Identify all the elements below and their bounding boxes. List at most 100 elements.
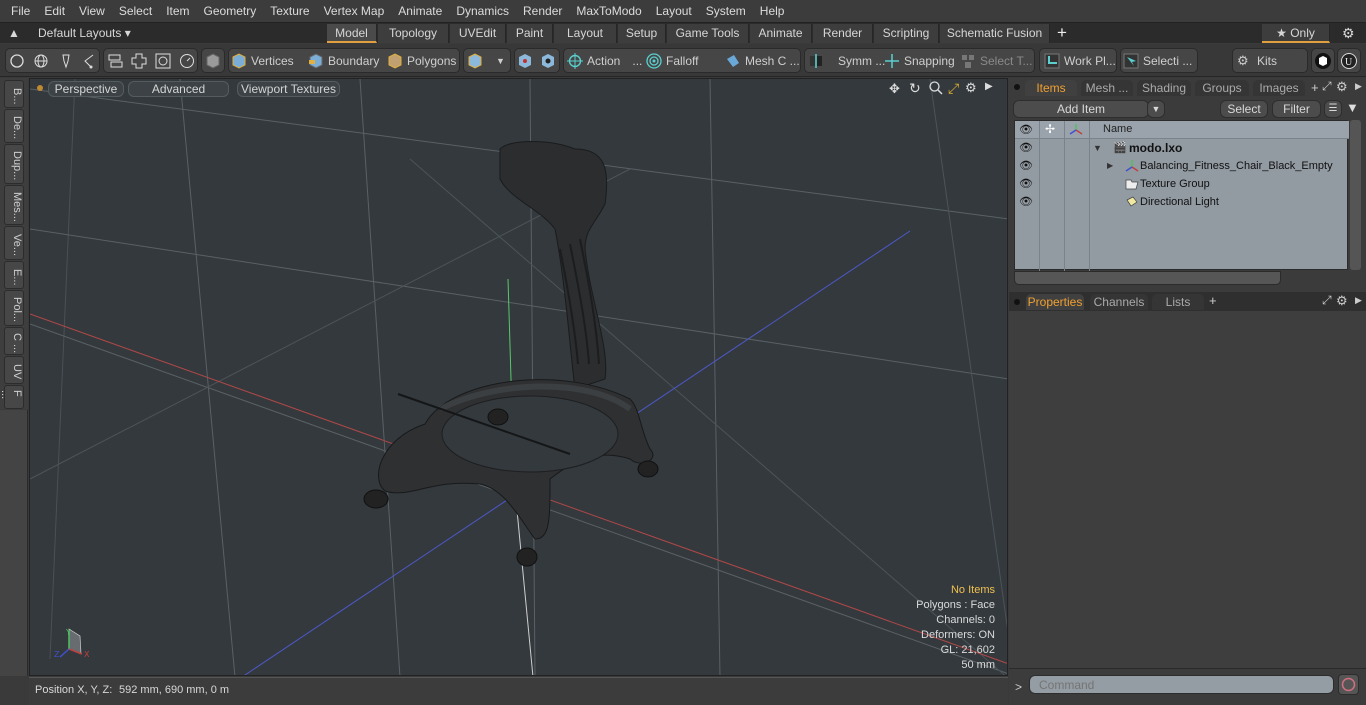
menu-select[interactable]: Select — [112, 0, 159, 22]
left-tab-polygon[interactable]: Pol... — [4, 290, 24, 326]
move-view-icon[interactable]: ✥ — [889, 81, 900, 97]
unreal-icon[interactable]: U — [1341, 48, 1357, 73]
rotate-view-icon[interactable]: ↻ — [909, 80, 921, 97]
stack-icon[interactable] — [107, 48, 123, 73]
work-plane-button[interactable]: Work Pl... — [1044, 48, 1116, 73]
tab-animate[interactable]: Animate — [750, 24, 812, 43]
panel-menu-dot-icon[interactable] — [1014, 84, 1020, 90]
chevron-down-icon[interactable]: ▼ — [496, 48, 505, 73]
dial-icon[interactable] — [179, 48, 195, 73]
visibility-eye-icon[interactable]: 👁 — [1019, 157, 1033, 175]
properties-arrow-icon[interactable]: ▶ — [1355, 295, 1362, 306]
action-button[interactable]: Action... — [567, 48, 642, 73]
polygons-button[interactable]: Polygons — [387, 48, 456, 73]
viewport-textures-button[interactable]: Viewport Textures — [237, 81, 340, 97]
item-row[interactable]: 👁 Directional Light — [1015, 193, 1349, 211]
expand-triangle-icon[interactable]: ▶ — [1107, 157, 1113, 175]
left-tab-curve[interactable]: C ... — [4, 327, 24, 355]
menu-system[interactable]: System — [699, 0, 753, 22]
selection-sets-button[interactable]: Selecti ... — [1123, 48, 1192, 73]
tab-mesh[interactable]: Mesh ... — [1081, 80, 1133, 96]
left-tab-duplicate[interactable]: Dup... — [4, 144, 24, 184]
tab-channels[interactable]: Channels — [1090, 294, 1148, 310]
item-mode-icon[interactable] — [467, 48, 483, 73]
cube-app-icon[interactable] — [1315, 48, 1331, 73]
tab-schematic-fusion[interactable]: Schematic Fusion — [940, 24, 1050, 43]
globe-icon[interactable] — [33, 48, 49, 73]
tab-images[interactable]: Images — [1253, 80, 1305, 96]
select-through-button[interactable]: Select T... — [960, 48, 1032, 73]
lasso-icon[interactable] — [81, 48, 97, 73]
lock-column-icon[interactable]: ✢ — [1045, 122, 1055, 136]
add-tab-button[interactable]: + — [1057, 23, 1067, 43]
menu-vertex-map[interactable]: Vertex Map — [317, 0, 392, 22]
menu-item[interactable]: Item — [159, 0, 196, 22]
center-icon[interactable] — [517, 48, 533, 73]
visibility-eye-icon[interactable]: 👁 — [1019, 193, 1033, 211]
frame-icon[interactable] — [155, 48, 171, 73]
maximize-view-icon[interactable]: ⤢ — [948, 80, 959, 97]
menu-animate[interactable]: Animate — [391, 0, 449, 22]
left-tab-mesh-edit[interactable]: Mes... — [4, 185, 24, 225]
panel-maximize-icon[interactable]: ⤢ — [1322, 79, 1332, 94]
perspective-button[interactable]: Perspective — [48, 81, 124, 97]
select-button[interactable]: Select — [1220, 100, 1268, 118]
list-options-icon[interactable]: ☰ — [1324, 100, 1342, 118]
command-input[interactable] — [1029, 675, 1334, 694]
only-toggle[interactable]: ★ Only — [1262, 24, 1330, 43]
gear-icon[interactable]: ⚙ — [1342, 23, 1355, 43]
3d-viewport[interactable]: Y X Z Perspective Advanced Viewport Text… — [29, 78, 1008, 676]
tab-uvedit[interactable]: UVEdit — [450, 24, 506, 43]
item-list-horizontal-scrollbar[interactable] — [1014, 271, 1281, 285]
add-item-button[interactable]: Add Item — [1013, 100, 1149, 118]
tab-shading[interactable]: Shading — [1137, 80, 1191, 96]
add-item-dropdown-icon[interactable]: ▼ — [1147, 100, 1165, 118]
item-row[interactable]: 👁 ▶ Balancing_Fitness_Chair_Black_Empty — [1015, 157, 1349, 175]
left-tab-deform[interactable]: De... — [4, 109, 24, 143]
tab-model[interactable]: Model — [327, 24, 377, 43]
zoom-view-icon[interactable] — [929, 81, 943, 98]
visibility-column-eye-icon[interactable]: 👁 — [1019, 123, 1033, 136]
tab-scripting[interactable]: Scripting — [874, 24, 939, 43]
tab-properties[interactable]: Properties — [1026, 294, 1084, 310]
left-tab-uv[interactable]: UV — [4, 356, 24, 384]
pen-icon[interactable] — [58, 48, 74, 73]
menu-help[interactable]: Help — [753, 0, 792, 22]
menu-edit[interactable]: Edit — [37, 0, 72, 22]
menu-layout[interactable]: Layout — [649, 0, 699, 22]
pivot-icon[interactable] — [540, 48, 556, 73]
symmetry-button[interactable]: Symm ... — [808, 48, 885, 73]
item-list-scrollbar[interactable] — [1350, 120, 1361, 270]
cross-grid-icon[interactable] — [131, 48, 147, 73]
funnel-icon[interactable]: ▼ — [1346, 100, 1359, 115]
collapse-triangle-icon[interactable]: ▼ — [1093, 139, 1102, 157]
properties-gear-icon[interactable]: ⚙ — [1336, 293, 1348, 309]
tab-paint[interactable]: Paint — [507, 24, 553, 43]
menu-texture[interactable]: Texture — [263, 0, 316, 22]
boundary-button[interactable]: Boundary — [308, 48, 379, 73]
tab-game-tools[interactable]: Game Tools — [667, 24, 749, 43]
viewport-menu-dot-icon[interactable] — [37, 85, 43, 91]
menu-dynamics[interactable]: Dynamics — [449, 0, 516, 22]
panel-gear-icon[interactable]: ⚙ — [1336, 79, 1348, 95]
tab-groups[interactable]: Groups — [1195, 80, 1249, 96]
name-column-header[interactable]: Name — [1103, 123, 1132, 135]
menu-view[interactable]: View — [72, 0, 112, 22]
visibility-eye-icon[interactable]: 👁 — [1019, 139, 1033, 157]
properties-maximize-icon[interactable]: ⤢ — [1322, 293, 1332, 308]
add-panel-tab-icon[interactable]: + — [1311, 80, 1319, 95]
advanced-button[interactable]: Advanced — [128, 81, 229, 97]
left-tab-fusion[interactable]: F ... — [0, 385, 24, 409]
vertices-button[interactable]: Vertices — [231, 48, 294, 73]
menu-file[interactable]: File — [4, 0, 37, 22]
tab-layout[interactable]: Layout — [554, 24, 617, 43]
tab-render[interactable]: Render — [813, 24, 873, 43]
viewport-expand-arrow-icon[interactable]: ▶ — [985, 81, 993, 92]
kits-button[interactable]: ⚙ Kits — [1237, 48, 1277, 73]
falloff-button[interactable]: Falloff — [646, 48, 698, 73]
tab-topology[interactable]: Topology — [378, 24, 449, 43]
tab-lists[interactable]: Lists — [1152, 294, 1204, 310]
left-tab-edge[interactable]: E... — [4, 261, 24, 289]
tab-items[interactable]: Items — [1025, 80, 1077, 96]
mesh-constraint-button[interactable]: Mesh C ... — [725, 48, 800, 73]
